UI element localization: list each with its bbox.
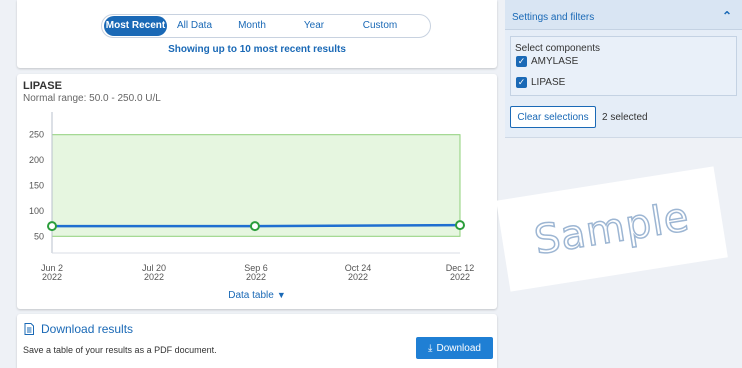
download-description: Save a table of your results as a PDF do… bbox=[23, 345, 217, 355]
selected-count: 2 selected bbox=[602, 112, 648, 123]
x-tick-label-year: 2022 bbox=[144, 272, 164, 282]
document-icon bbox=[24, 323, 34, 335]
x-tick-label-year: 2022 bbox=[348, 272, 368, 282]
results-count-text: Showing up to 10 most recent results bbox=[168, 44, 346, 55]
settings-panel: Settings and filters ⌃ Select components… bbox=[505, 0, 742, 138]
segment-custom[interactable]: Custom bbox=[346, 16, 414, 36]
download-button[interactable]: ⤓ Download bbox=[416, 337, 493, 359]
y-tick-label: 50 bbox=[34, 231, 44, 241]
data-point bbox=[249, 221, 260, 232]
y-tick-label: 150 bbox=[29, 181, 44, 191]
clear-selections-button[interactable]: Clear selections bbox=[510, 106, 596, 128]
chevron-up-icon[interactable]: ⌃ bbox=[722, 9, 732, 23]
chart-panel: LIPASE Normal range: 50.0 - 250.0 U/L 50… bbox=[17, 74, 497, 309]
segment-all-data[interactable]: All Data bbox=[167, 16, 222, 36]
download-panel: Download results Save a table of your re… bbox=[17, 314, 497, 368]
download-button-label: Download bbox=[436, 342, 481, 354]
data-table-label: Data table bbox=[228, 290, 274, 301]
checkbox-lipase[interactable]: ✓ LIPASE bbox=[516, 77, 565, 88]
download-heading: Download results bbox=[23, 322, 133, 336]
lipase-line-chart: 50100150200250Jun 22022Jul 202022Sep 620… bbox=[29, 112, 474, 282]
download-heading-text: Download results bbox=[41, 322, 134, 336]
y-tick-label: 100 bbox=[29, 206, 44, 216]
checkbox-amylase[interactable]: ✓ AMYLASE bbox=[516, 56, 578, 67]
time-range-segmented-control: Most Recent All Data Month Year Custom bbox=[101, 14, 431, 38]
chevron-down-icon: ▼ bbox=[276, 290, 286, 300]
settings-title: Settings and filters bbox=[512, 12, 595, 23]
components-fieldset: Select components ✓ AMYLASE ✓ LIPASE bbox=[510, 36, 737, 96]
checkbox-checked-icon: ✓ bbox=[516, 77, 527, 88]
download-icon: ⤓ bbox=[428, 342, 433, 354]
x-tick-label-year: 2022 bbox=[450, 272, 470, 282]
select-components-label: Select components bbox=[515, 43, 601, 54]
sample-watermark: Sample bbox=[496, 166, 728, 292]
segment-month[interactable]: Month bbox=[222, 16, 282, 36]
checkbox-label: AMYLASE bbox=[531, 56, 579, 67]
data-point bbox=[47, 221, 57, 232]
normal-range-band bbox=[51, 134, 461, 237]
segment-year[interactable]: Year bbox=[282, 16, 346, 36]
watermark-text: Sample bbox=[531, 193, 694, 264]
segment-most-recent[interactable]: Most Recent bbox=[104, 16, 167, 36]
x-tick-label-year: 2022 bbox=[246, 272, 266, 282]
checkbox-label: LIPASE bbox=[531, 77, 566, 88]
y-tick-label: 200 bbox=[29, 155, 44, 165]
data-point bbox=[455, 220, 465, 231]
data-table-toggle[interactable]: Data table ▼ bbox=[17, 290, 497, 301]
time-filter-panel: Most Recent All Data Month Year Custom S… bbox=[17, 0, 497, 68]
checkbox-checked-icon: ✓ bbox=[516, 56, 527, 67]
y-tick-label: 250 bbox=[29, 130, 44, 140]
settings-header[interactable]: Settings and filters ⌃ bbox=[505, 0, 742, 30]
x-tick-label-year: 2022 bbox=[42, 272, 62, 282]
